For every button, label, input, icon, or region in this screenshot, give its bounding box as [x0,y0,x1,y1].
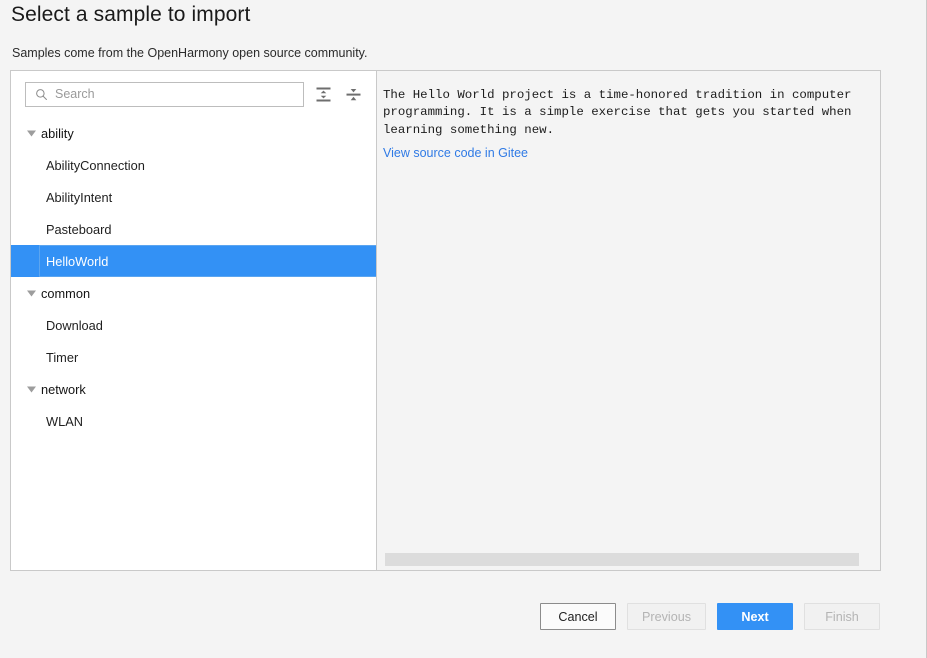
tree-item-label: Pasteboard [46,221,112,237]
tree-item-label: AbilityIntent [46,189,113,205]
sample-tree-pane: ability AbilityConnection AbilityIntent … [11,71,377,570]
tree-item-timer[interactable]: Timer [11,341,376,373]
tree-item-pasteboard[interactable]: Pasteboard [11,213,376,245]
horizontal-scrollbar-thumb[interactable] [385,553,860,566]
chevron-down-icon[interactable] [23,381,39,397]
tree-group-ability[interactable]: ability [11,117,376,149]
tree-item-label: AbilityConnection [46,157,145,173]
finish-button: Finish [804,603,880,630]
tree-item-abilityconnection[interactable]: AbilityConnection [11,149,376,181]
expand-all-button[interactable] [312,83,334,105]
tree-item-label: WLAN [46,413,83,429]
collapse-all-button[interactable] [342,83,364,105]
collapse-all-icon [346,88,360,100]
tree-group-label: network [41,381,86,397]
expand-all-icon [316,87,330,101]
view-source-link[interactable]: View source code in Gitee [383,146,528,160]
content-area: ability AbilityConnection AbilityIntent … [10,70,881,571]
tree-item-abilityintent[interactable]: AbilityIntent [11,181,376,213]
tree-item-label: Timer [46,349,79,365]
sample-tree[interactable]: ability AbilityConnection AbilityIntent … [11,117,376,570]
tree-group-common[interactable]: common [11,277,376,309]
page-title: Select a sample to import [11,3,251,26]
chevron-down-icon[interactable] [23,285,39,301]
tree-item-label: Download [46,317,103,333]
sample-details-pane: The Hello World project is a time-honore… [377,71,880,570]
tree-item-download[interactable]: Download [11,309,376,341]
next-button[interactable]: Next [717,603,793,630]
tree-item-label: HelloWorld [46,253,109,269]
tree-group-label: common [41,285,91,301]
sample-description: The Hello World project is a time-honore… [383,88,852,137]
tree-group-label: ability [41,125,74,141]
cancel-button[interactable]: Cancel [540,603,616,630]
search-toolbar [11,71,376,117]
search-box[interactable] [25,81,304,107]
tree-item-wlan[interactable]: WLAN [11,405,376,437]
chevron-down-icon[interactable] [23,125,39,141]
previous-button: Previous [627,603,706,630]
search-input[interactable] [55,83,297,105]
tree-item-helloworld[interactable]: HelloWorld [11,245,376,277]
tree-group-network[interactable]: network [11,373,376,405]
horizontal-scrollbar[interactable] [377,553,880,567]
dialog-footer: Cancel Previous Next Finish [0,575,926,658]
search-icon [36,88,47,100]
page-subtitle: Samples come from the OpenHarmony open s… [12,46,368,60]
description-scroll-area: The Hello World project is a time-honore… [377,71,880,548]
